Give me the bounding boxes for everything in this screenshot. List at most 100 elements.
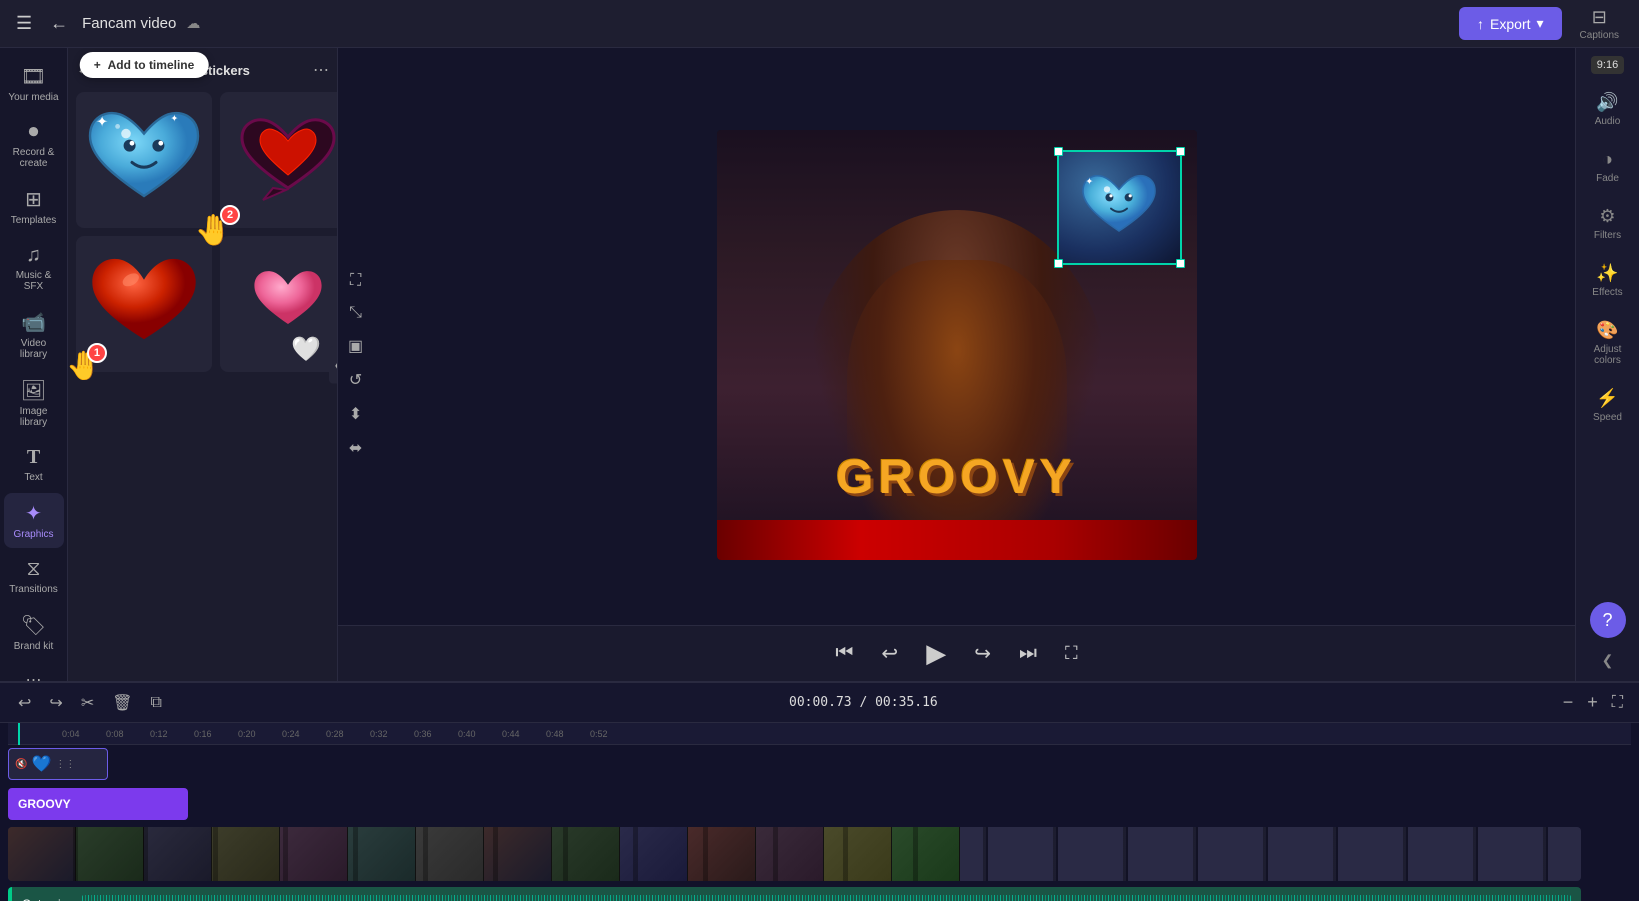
fade-icon: ◑: [1602, 149, 1613, 170]
play-button[interactable]: ▶: [918, 630, 954, 677]
blue-heart-on-video: ✦: [1079, 167, 1159, 247]
sticker-cell-dark-heart[interactable]: [220, 92, 338, 228]
selected-sticker[interactable]: ✦: [1057, 150, 1182, 265]
audio-clip-label: Get going: [22, 897, 74, 901]
export-icon: ↑: [1477, 16, 1484, 32]
sticker-clip[interactable]: 🔇 💙 ⋮⋮: [8, 748, 108, 780]
transitions-icon: ⧖: [26, 558, 40, 581]
right-item-filters[interactable]: ⚙ Filters: [1580, 196, 1636, 251]
sidebar-item-feature-flags[interactable]: ⋯ Feature Flags: [4, 662, 64, 681]
duplicate-button[interactable]: ⧉: [145, 690, 168, 716]
sidebar-item-record-create[interactable]: ⏺ Record & create: [4, 113, 64, 177]
sidebar-item-graphics[interactable]: ✦ Graphics: [4, 493, 64, 548]
cut-button[interactable]: ✂: [75, 689, 100, 717]
expand-timeline-button[interactable]: ⛶: [1608, 690, 1627, 716]
video-track: [8, 825, 1631, 883]
redo-button[interactable]: ↪: [43, 689, 68, 717]
red-heart-sticker: [89, 249, 199, 359]
panel-menu-button[interactable]: ⋯: [313, 60, 329, 80]
templates-icon: ⊞: [25, 187, 42, 212]
screen-tool-button[interactable]: ▣: [342, 330, 369, 362]
audio-icon: 🔊: [1596, 92, 1618, 113]
blue-heart-sticker: ✦ ✦: [84, 100, 204, 220]
video-preview-area: GROOVY: [338, 48, 1575, 625]
right-sidebar: 9:16 🔊 Audio ◑ Fade ⚙ Filters ✨ Effects …: [1575, 48, 1639, 681]
icon-sidebar: 🎞 Your media ⏺ Record & create ⊞ Templat…: [0, 48, 68, 681]
video-frame[interactable]: GROOVY: [717, 130, 1197, 560]
effects-icon: ✨: [1596, 263, 1618, 284]
sticker-cell-pink-heart[interactable]: 🤍: [220, 236, 338, 372]
zoom-out-button[interactable]: −: [1559, 688, 1578, 717]
sidebar-item-music-sfx[interactable]: ♫ Music & SFX: [4, 236, 64, 300]
sidebar-item-video-library[interactable]: 📹 Video library: [4, 302, 64, 368]
panel-title: Love & romance stickers: [96, 63, 313, 78]
help-button[interactable]: ?: [1590, 602, 1626, 638]
sticker-panel: ← Love & romance stickers ⋯: [68, 48, 338, 681]
delete-button[interactable]: 🗑: [106, 689, 138, 717]
sticker-cell-red-heart[interactable]: 🤚 1: [76, 236, 212, 372]
handle-bl[interactable]: [1054, 259, 1063, 268]
skip-forward-button[interactable]: ⏭: [1011, 634, 1045, 673]
resize-tool-button[interactable]: ⤡: [342, 298, 369, 328]
zoom-in-button[interactable]: +: [1583, 688, 1602, 717]
graphics-icon: ✦: [25, 501, 42, 526]
fullscreen-button[interactable]: ⛶: [1057, 635, 1086, 672]
speed-icon: ⚡: [1596, 388, 1618, 409]
project-title[interactable]: Fancam video: [82, 15, 176, 32]
playhead[interactable]: [18, 723, 20, 745]
timeline-content: ▼ 0:04 0:08 0:12 0:16 0:20 0:24 0:28 0:3…: [0, 723, 1639, 901]
hamburger-button[interactable]: ☰: [12, 9, 36, 38]
sidebar-item-templates[interactable]: ⊞ Templates: [4, 179, 64, 234]
timeline-area: ↩ ↪ ✂ 🗑 ⧉ 00:00.73 / 00:35.16 − + ⛶ ▼ 0:…: [0, 681, 1639, 901]
skip-back-button[interactable]: ⏮: [827, 634, 861, 673]
feature-flags-icon: ⋯: [26, 670, 42, 681]
handle-br[interactable]: [1176, 259, 1185, 268]
unsaved-icon: ☁: [186, 15, 200, 32]
music-icon: ♫: [26, 244, 41, 267]
handle-tr[interactable]: [1176, 147, 1185, 156]
rewind-button[interactable]: ↩: [873, 633, 906, 674]
canvas-tools-bar: ⛶ ⤡ ▣ ↺ ⬍ ⬌: [338, 258, 373, 472]
collapse-right-button[interactable]: ❮: [1598, 648, 1618, 673]
sidebar-item-your-media[interactable]: 🎞 Your media: [4, 56, 64, 111]
audio-clip[interactable]: Get going: [8, 887, 1581, 901]
sidebar-item-brand-kit[interactable]: 🏷 Brand kit: [4, 605, 64, 660]
text-clip[interactable]: GROOVY: [8, 788, 188, 820]
media-icon: 🎞: [21, 64, 46, 89]
forward-button[interactable]: ↪: [966, 633, 999, 674]
groovy-text: GROOVY: [836, 450, 1077, 505]
export-dropdown-icon: ▾: [1537, 15, 1544, 32]
panel-back-btn[interactable]: ←: [76, 61, 92, 79]
right-item-audio[interactable]: 🔊 Audio: [1580, 82, 1636, 137]
right-item-fade[interactable]: ◑ Fade: [1580, 139, 1636, 194]
canvas-area: ⛶ ⤡ ▣ ↺ ⬍ ⬌ GROOVY: [338, 48, 1575, 681]
video-clip[interactable]: [8, 827, 1581, 881]
right-item-effects[interactable]: ✨ Effects: [1580, 253, 1636, 308]
timeline-current-time: 00:00.73 / 00:35.16: [789, 695, 938, 710]
right-item-adjust-colors[interactable]: 🎨 Adjust colors: [1580, 310, 1636, 376]
audio-waveform: [82, 895, 1571, 901]
text-track: GROOVY: [8, 785, 1631, 823]
back-button[interactable]: ←: [46, 9, 72, 38]
sidebar-item-text[interactable]: T Text: [4, 438, 64, 491]
svg-text:✦: ✦: [1085, 177, 1093, 188]
sticker-track: 🔇 💙 ⋮⋮: [8, 745, 1631, 783]
video-library-icon: 📹: [21, 310, 46, 335]
sidebar-item-transitions[interactable]: ⧖ Transitions: [4, 550, 64, 603]
undo-button[interactable]: ↩: [12, 689, 37, 717]
pink-heart-sticker: [248, 264, 328, 344]
handle-tl[interactable]: [1054, 147, 1063, 156]
svg-text:✦: ✦: [96, 114, 108, 130]
sidebar-item-image-library[interactable]: 🖼 Image library: [4, 370, 64, 436]
rotate-tool-button[interactable]: ↺: [342, 364, 369, 396]
collapse-panel-button[interactable]: ❮: [329, 346, 338, 383]
flip-v-tool-button[interactable]: ⬍: [342, 398, 369, 430]
right-item-speed[interactable]: ⚡ Speed: [1580, 378, 1636, 433]
crop-tool-button[interactable]: ⛶: [342, 266, 369, 296]
sticker-cell-blue-heart[interactable]: ✦ ✦ + Add to timeline 🤚 2: [76, 92, 212, 228]
flip-h-tool-button[interactable]: ⬌: [342, 432, 369, 464]
captions-button[interactable]: ⊟ Captions: [1572, 3, 1627, 45]
export-button[interactable]: ↑ Export ▾: [1459, 7, 1562, 40]
text-clip-label: GROOVY: [18, 797, 71, 811]
text-icon: T: [27, 446, 40, 469]
